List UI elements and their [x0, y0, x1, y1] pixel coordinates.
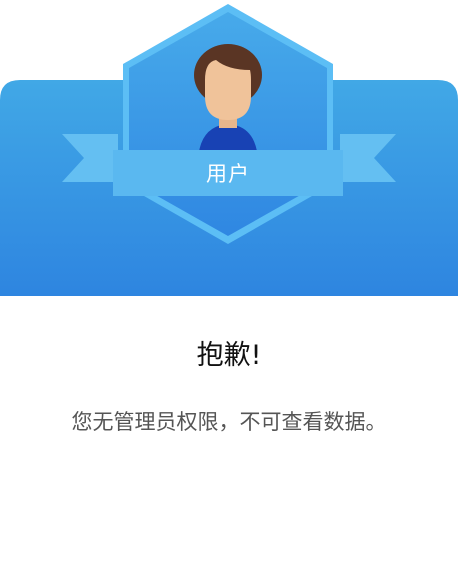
- permission-denied-dialog: 用户 抱歉! 您无管理员权限，不可查看数据。: [0, 0, 458, 576]
- dialog-title: 抱歉!: [196, 340, 262, 371]
- role-label: 用户: [206, 162, 250, 186]
- dialog-message: 您无管理员权限，不可查看数据。: [71, 410, 387, 434]
